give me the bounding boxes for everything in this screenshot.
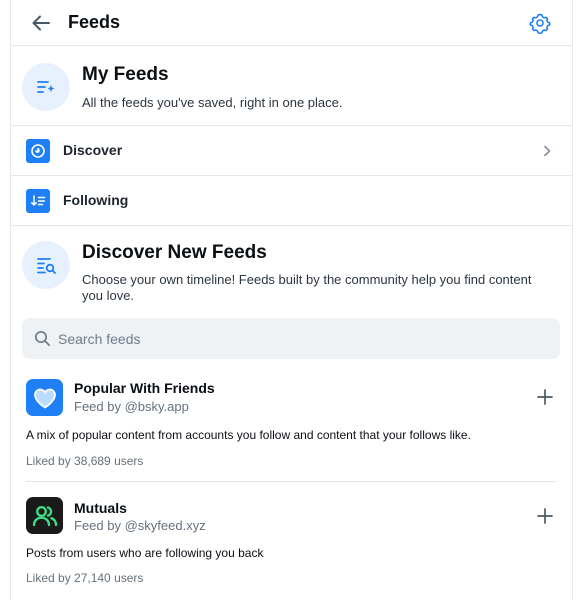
feed-name: Popular With Friends xyxy=(74,380,215,396)
discover-new-feeds-description: Choose your own timeline! Feeds built by… xyxy=(82,272,532,303)
feed-card-mutuals[interactable]: Mutuals Feed by @skyfeed.xyz Posts from … xyxy=(11,491,572,600)
add-feed-button[interactable] xyxy=(534,386,556,408)
my-feeds-header: My Feeds All the feeds you've saved, rig… xyxy=(11,46,572,126)
chevron-right-icon xyxy=(540,144,554,158)
feed-item-discover[interactable]: Discover xyxy=(11,126,572,176)
people-icon xyxy=(26,497,63,534)
my-feeds-description: All the feeds you've saved, right in one… xyxy=(82,95,343,110)
my-feeds-title: My Feeds xyxy=(82,64,169,85)
search-box[interactable] xyxy=(22,318,560,359)
sort-list-icon xyxy=(26,189,50,213)
feed-author: Feed by @bsky.app xyxy=(74,399,189,414)
discover-new-feeds-title: Discover New Feeds xyxy=(82,242,267,263)
search-input[interactable] xyxy=(58,318,548,359)
add-feed-button[interactable] xyxy=(534,505,556,527)
search-icon xyxy=(34,330,51,347)
page-title: Feeds xyxy=(68,12,121,32)
list-sparkle-icon xyxy=(22,63,70,111)
feed-author: Feed by @skyfeed.xyz xyxy=(74,518,206,533)
arrow-left-icon[interactable] xyxy=(30,12,52,34)
feeds-screen: Feeds My Feeds All the feeds you've save… xyxy=(10,0,573,600)
feed-likes: Liked by 27,140 users xyxy=(26,571,144,585)
divider xyxy=(26,481,557,482)
feed-description: Posts from users who are following you b… xyxy=(26,546,264,560)
feed-item-label: Discover xyxy=(63,142,123,158)
gear-icon[interactable] xyxy=(529,12,551,35)
feed-likes: Liked by 38,689 users xyxy=(26,454,144,468)
top-bar: Feeds xyxy=(11,0,572,46)
feed-description: A mix of popular content from accounts y… xyxy=(26,428,471,442)
feed-item-label: Following xyxy=(63,192,129,208)
compass-icon xyxy=(26,139,50,163)
feed-card-popular-with-friends[interactable]: Popular With Friends Feed by @bsky.app A… xyxy=(11,372,572,480)
discover-new-feeds-header: Discover New Feeds Choose your own timel… xyxy=(11,226,572,318)
list-search-icon xyxy=(22,241,70,289)
heart-icon xyxy=(26,379,63,416)
feed-item-following[interactable]: Following xyxy=(11,176,572,226)
feed-name: Mutuals xyxy=(74,500,127,516)
